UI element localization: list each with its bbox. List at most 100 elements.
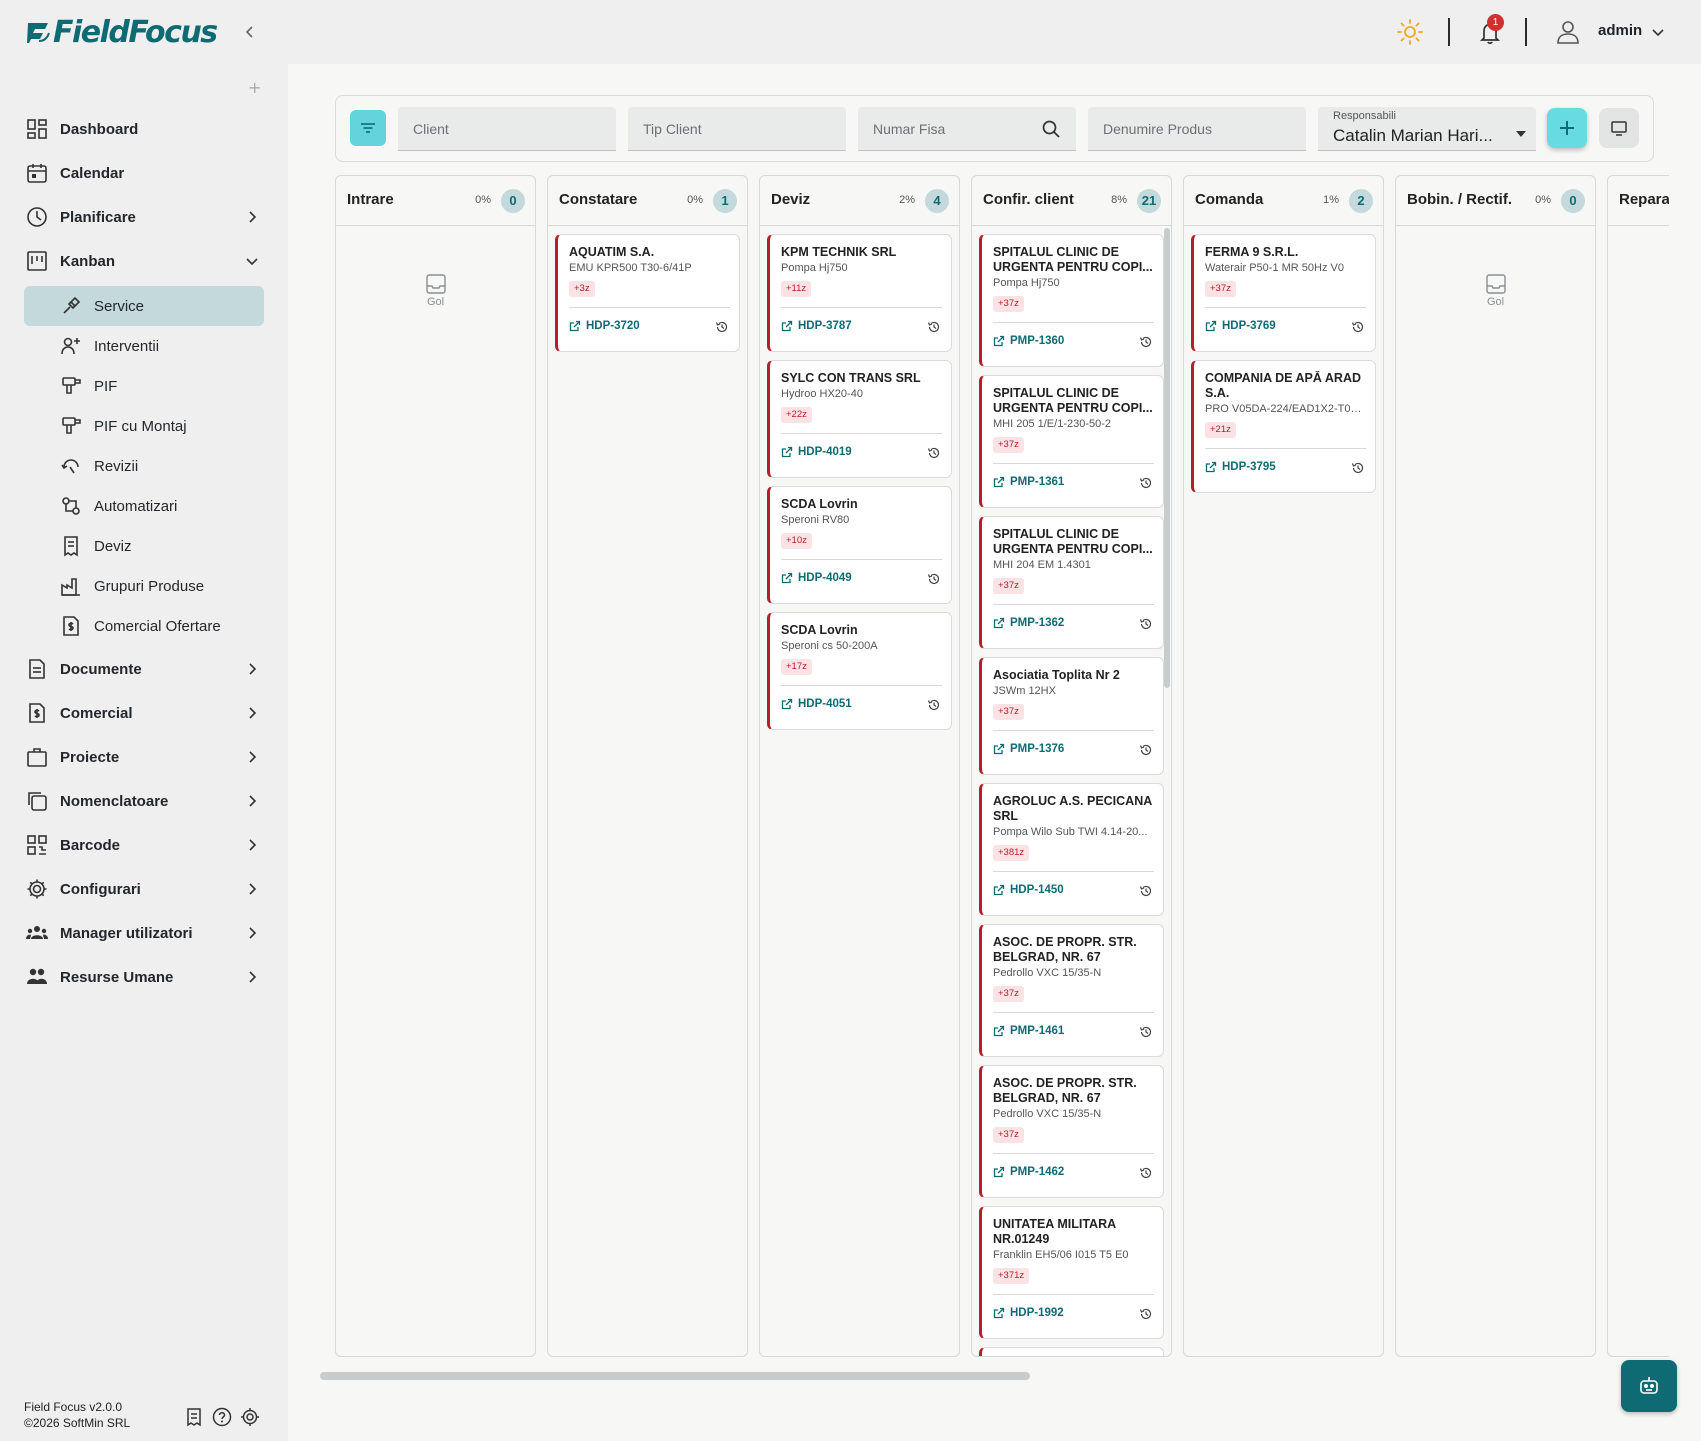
history-icon[interactable] — [1139, 743, 1153, 757]
denumire-produs-input[interactable] — [1103, 120, 1291, 137]
card-code-link[interactable]: PMP-1376 — [993, 743, 1064, 755]
card-code-link[interactable]: HDP-3795 — [1205, 461, 1276, 473]
sidebar-item-interventii[interactable]: Interventii — [24, 326, 264, 366]
sidebar-item-proiecte[interactable]: Proiecte — [24, 737, 264, 777]
history-icon[interactable] — [1139, 476, 1153, 490]
card-code-link[interactable]: PMP-1462 — [993, 1166, 1064, 1178]
tip-client-field[interactable] — [628, 107, 846, 151]
denumire-produs-field[interactable] — [1088, 107, 1306, 151]
sidebar-item-comercial[interactable]: Comercial — [24, 693, 264, 733]
sidebar-footer: Field Focus v2.0.0 ©2026 SoftMin SRL — [24, 1399, 130, 1431]
sidebar-item-dashboard[interactable]: Dashboard — [24, 109, 264, 149]
sidebar-item-resurse-umane[interactable]: Resurse Umane — [24, 957, 264, 997]
kanban-card[interactable]: ASOC. DE PROPR. STR. BELGRAD, NR. 67 Pedr… — [979, 924, 1164, 1057]
add-button[interactable] — [1547, 108, 1587, 148]
sidebar-item-comercial-ofertare[interactable]: Comercial Ofertare — [24, 606, 264, 646]
history-icon[interactable] — [715, 320, 729, 334]
sidebar-item-documente[interactable]: Documente — [24, 649, 264, 689]
card-code-link[interactable]: PMP-1362 — [993, 617, 1064, 629]
history-icon[interactable] — [1351, 461, 1365, 475]
fieldfocus-logo[interactable]: FieldFocus — [25, 15, 218, 50]
numar-fisa-input[interactable] — [873, 120, 1041, 137]
sidebar-item-service[interactable]: Service — [24, 286, 264, 326]
sidebar-item-pif[interactable]: PIF — [24, 366, 264, 406]
kanban-card[interactable]: SCDA Lovrin Speroni RV80 +10z HDP-4049 — [767, 486, 952, 604]
sidebar-item-nomenclatoare[interactable]: Nomenclatoare — [24, 781, 264, 821]
card-code-link[interactable]: HDP-1992 — [993, 1307, 1064, 1319]
help-icon[interactable] — [212, 1407, 232, 1427]
history-icon[interactable] — [1139, 1025, 1153, 1039]
card-code-link[interactable]: HDP-4049 — [781, 572, 852, 584]
card-code-link[interactable]: HDP-4051 — [781, 698, 852, 710]
kanban-card[interactable]: SCDA Lovrin Speroni cs 50-200A +17z HDP-405… — [767, 612, 952, 730]
kanban-card[interactable]: AQUATIM S.A. EMU KPR500 T30-6/41P +3z HDP-3… — [555, 234, 740, 352]
kanban-card[interactable]: SPITALUL CLINIC DE URGENTA PENTRU COPI..… — [979, 375, 1164, 508]
sidebar-item-pif-cu-montaj[interactable]: PIF cu Montaj — [24, 406, 264, 446]
history-icon[interactable] — [927, 572, 941, 586]
kanban-card[interactable]: COMPANIA DE APĂ ARAD S.A. PRO V05DA-224/E… — [1191, 360, 1376, 493]
history-icon[interactable] — [1139, 617, 1153, 631]
kanban-card[interactable]: KPM TECHNIK SRL Pompa Hj750 +11z HDP-3787 — [767, 234, 952, 352]
card-product: MHI 204 EM 1.4301 — [993, 559, 1091, 571]
kanban-column: Repara — [1607, 175, 1669, 1357]
card-code-link[interactable]: PMP-1360 — [993, 335, 1064, 347]
sidebar-item-manager-utilizatori[interactable]: Manager utilizatori — [24, 913, 264, 953]
user-name[interactable]: admin — [1598, 22, 1642, 39]
search-icon[interactable] — [1041, 119, 1061, 139]
kanban-card[interactable]: SMART WOOD ROMANIA — [979, 1347, 1164, 1356]
kanban-card[interactable]: SPITALUL CLINIC DE URGENTA PENTRU COPI..… — [979, 234, 1164, 367]
fullscreen-button[interactable] — [1599, 108, 1639, 148]
receipt-icon[interactable] — [184, 1407, 204, 1427]
kanban-card[interactable]: SPITALUL CLINIC DE URGENTA PENTRU COPI..… — [979, 516, 1164, 649]
sidebar-item-barcode[interactable]: Barcode — [24, 825, 264, 865]
sidebar-item-configurari[interactable]: Configurari — [24, 869, 264, 909]
card-code-link[interactable]: HDP-3787 — [781, 320, 852, 332]
history-icon[interactable] — [1139, 1307, 1153, 1321]
chevron-right-icon — [249, 751, 257, 763]
card-code-link[interactable]: HDP-4019 — [781, 446, 852, 458]
collapse-sidebar-icon[interactable] — [240, 22, 260, 42]
assistant-button[interactable] — [1621, 1360, 1677, 1412]
client-field[interactable] — [398, 107, 616, 151]
history-icon[interactable] — [927, 320, 941, 334]
history-icon[interactable] — [927, 698, 941, 712]
sidebar-item-revizii[interactable]: Revizii — [24, 446, 264, 486]
kanban-card[interactable]: AGROLUC A.S. PECICANA SRL Pompa Wilo Sub … — [979, 783, 1164, 916]
sidebar-item-grupuri-produse[interactable]: Grupuri Produse — [24, 566, 264, 606]
card-code-link[interactable]: PMP-1461 — [993, 1025, 1064, 1037]
tip-client-input[interactable] — [643, 120, 831, 137]
kanban-card[interactable]: Asociatia Toplita Nr 2 JSWm 12HX +37z PMP-1… — [979, 657, 1164, 775]
sidebar-item-planificare[interactable]: Planificare — [24, 197, 264, 237]
sun-icon[interactable] — [1396, 18, 1424, 46]
user-icon[interactable] — [1554, 18, 1582, 46]
add-shortcut-icon[interactable]: + — [248, 78, 261, 97]
settings-icon[interactable] — [240, 1407, 260, 1427]
sidebar-item-kanban[interactable]: Kanban — [24, 241, 264, 281]
horizontal-scrollbar[interactable] — [320, 1372, 1030, 1380]
sidebar-item-label: Configurari — [60, 880, 141, 898]
sidebar: + Dashboard Calendar Planificare Kanban … — [0, 64, 288, 1441]
card-code-link[interactable]: HDP-1450 — [993, 884, 1064, 896]
sidebar-item-deviz[interactable]: Deviz — [24, 526, 264, 566]
sidebar-item-calendar[interactable]: Calendar — [24, 153, 264, 193]
history-icon[interactable] — [1139, 335, 1153, 349]
kanban-card[interactable]: UNITATEA MILITARA NR.01249 Franklin EH5/0… — [979, 1206, 1164, 1339]
card-code-link[interactable]: HDP-3720 — [569, 320, 640, 332]
kanban-card[interactable]: FERMA 9 S.R.L. Waterair P50-1 MR 50Hz V0 +… — [1191, 234, 1376, 352]
chevron-down-icon[interactable] — [1650, 24, 1666, 40]
card-code-link[interactable]: HDP-3769 — [1205, 320, 1276, 332]
client-input[interactable] — [413, 120, 601, 137]
column-scrollbar[interactable] — [1164, 228, 1170, 688]
sidebar-item-automatizari[interactable]: Automatizari — [24, 486, 264, 526]
history-icon[interactable] — [1139, 884, 1153, 898]
external-link-icon — [993, 1307, 1005, 1319]
card-code-link[interactable]: PMP-1361 — [993, 476, 1064, 488]
history-icon[interactable] — [1351, 320, 1365, 334]
filter-toggle-button[interactable] — [350, 110, 386, 146]
history-icon[interactable] — [927, 446, 941, 460]
numar-fisa-field[interactable] — [858, 107, 1076, 151]
responsabili-select[interactable]: Responsabili Catalin Marian Hari... — [1318, 107, 1536, 151]
kanban-card[interactable]: SYLC CON TRANS SRL Hydroo HX20-40 +22z HDP-… — [767, 360, 952, 478]
kanban-card[interactable]: ASOC. DE PROPR. STR. BELGRAD, NR. 67 Pedr… — [979, 1065, 1164, 1198]
history-icon[interactable] — [1139, 1166, 1153, 1180]
